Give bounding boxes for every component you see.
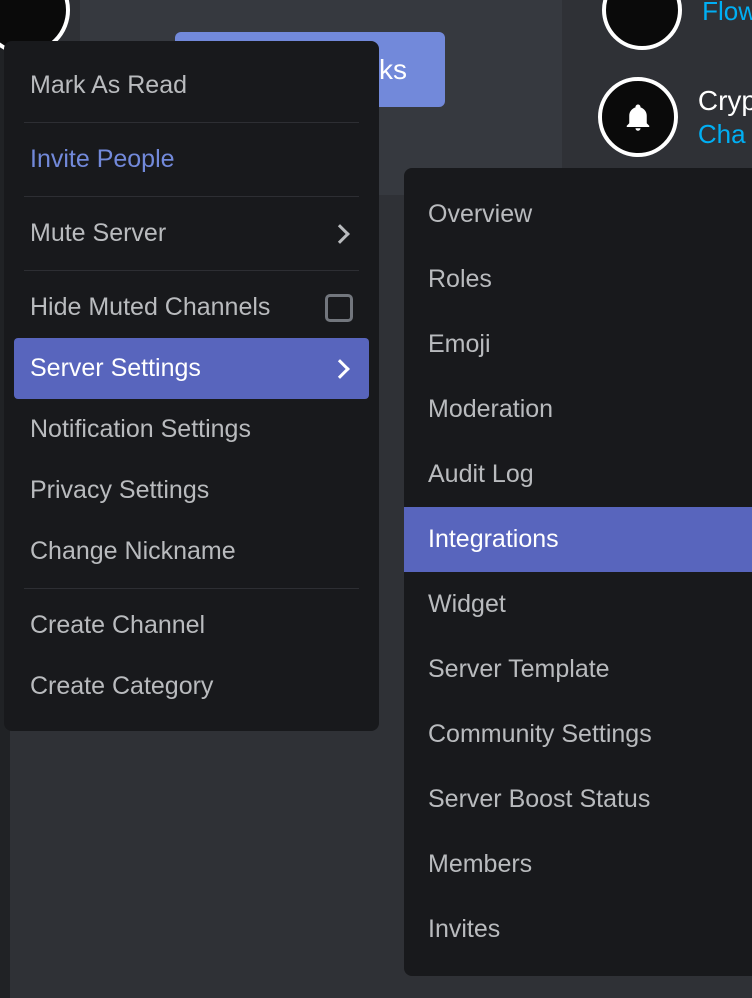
create-channel-label: Create Channel (30, 611, 205, 640)
integrations-label: Integrations (428, 525, 559, 553)
mark-as-read-label: Mark As Read (30, 71, 187, 100)
privacy-settings-item[interactable]: Privacy Settings (14, 460, 369, 521)
server-template-label: Server Template (428, 655, 610, 683)
roles-item[interactable]: Roles (404, 247, 752, 312)
divider (24, 588, 359, 589)
community-settings-item[interactable]: Community Settings (404, 702, 752, 767)
widget-label: Widget (428, 590, 506, 618)
hide-muted-channels-item[interactable]: Hide Muted Channels (14, 277, 369, 338)
change-nickname-item[interactable]: Change Nickname (14, 521, 369, 582)
notification-settings-item[interactable]: Notification Settings (14, 399, 369, 460)
invite-people-label: Invite People (30, 145, 175, 174)
server-boost-status-item[interactable]: Server Boost Status (404, 767, 752, 832)
change-nickname-label: Change Nickname (30, 537, 236, 566)
server-boost-status-label: Server Boost Status (428, 785, 650, 813)
widget-item[interactable]: Widget (404, 572, 752, 637)
server-avatar-1 (602, 0, 682, 50)
audit-log-item[interactable]: Audit Log (404, 442, 752, 507)
bell-icon (623, 102, 653, 132)
server-context-menu: Mark As Read Invite People Mute Server H… (4, 41, 379, 731)
integrations-item[interactable]: Integrations (404, 507, 752, 572)
moderation-label: Moderation (428, 395, 553, 423)
roles-label: Roles (428, 265, 492, 293)
checkbox-icon[interactable] (325, 294, 353, 322)
mute-server-item[interactable]: Mute Server (14, 203, 369, 264)
server-settings-item[interactable]: Server Settings (14, 338, 369, 399)
community-settings-label: Community Settings (428, 720, 652, 748)
server-title-2: Cryp (698, 85, 752, 117)
invites-label: Invites (428, 915, 500, 943)
create-channel-item[interactable]: Create Channel (14, 595, 369, 656)
audit-log-label: Audit Log (428, 460, 534, 488)
overview-item[interactable]: Overview (404, 182, 752, 247)
members-label: Members (428, 850, 532, 878)
privacy-settings-label: Privacy Settings (30, 476, 209, 505)
overview-label: Overview (428, 200, 532, 228)
create-category-label: Create Category (30, 672, 213, 701)
server-listing-2[interactable]: Cryp Cha (598, 77, 752, 157)
chevron-right-icon (330, 224, 350, 244)
mute-server-label: Mute Server (30, 219, 166, 248)
chevron-right-icon (330, 359, 350, 379)
emoji-item[interactable]: Emoji (404, 312, 752, 377)
divider (24, 122, 359, 123)
create-category-item[interactable]: Create Category (14, 656, 369, 717)
notification-settings-label: Notification Settings (30, 415, 251, 444)
moderation-item[interactable]: Moderation (404, 377, 752, 442)
server-subtitle-2: Cha (698, 119, 752, 150)
divider (24, 270, 359, 271)
divider (24, 196, 359, 197)
mark-as-read-item[interactable]: Mark As Read (14, 55, 369, 116)
server-listing-1[interactable]: Flow (602, 0, 752, 50)
members-item[interactable]: Members (404, 832, 752, 897)
hide-muted-label: Hide Muted Channels (30, 293, 270, 322)
server-subtitle-1: Flow (702, 0, 752, 27)
server-avatar-2 (598, 77, 678, 157)
emoji-label: Emoji (428, 330, 491, 358)
invites-item[interactable]: Invites (404, 897, 752, 962)
server-settings-submenu: Overview Roles Emoji Moderation Audit Lo… (404, 168, 752, 976)
server-settings-label: Server Settings (30, 354, 201, 383)
server-template-item[interactable]: Server Template (404, 637, 752, 702)
invite-people-item[interactable]: Invite People (14, 129, 369, 190)
